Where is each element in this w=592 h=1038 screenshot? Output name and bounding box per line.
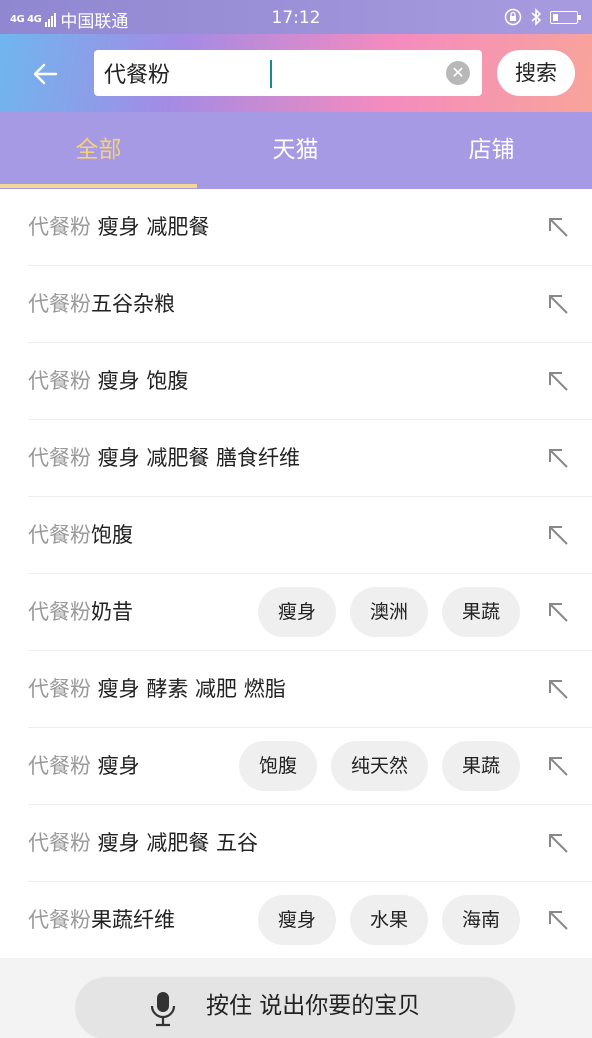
suggestion-row[interactable]: 代餐粉 瘦身 减肥餐 五谷 (28, 805, 592, 882)
fill-query-arrow-icon[interactable] (546, 215, 570, 239)
suggestion-text: 代餐粉 瘦身 减肥餐 (28, 189, 209, 265)
suggestion-keyword: 代餐粉 (28, 446, 91, 470)
suggestion-row[interactable]: 代餐粉 瘦身 减肥餐 (28, 189, 592, 266)
suggestion-text: 代餐粉 瘦身 (28, 728, 140, 804)
bluetooth-icon (531, 8, 542, 26)
status-bar: 4G 4G 中国联通 17:12 (0, 0, 592, 34)
fill-query-arrow-icon[interactable] (546, 908, 570, 932)
tab-bar: 全部 天猫 店铺 (0, 112, 592, 189)
suggestion-keyword: 代餐粉 (28, 831, 91, 855)
suggestion-rest: 瘦身 减肥餐 五谷 (91, 831, 259, 855)
suggestion-keyword: 代餐粉 (28, 754, 91, 778)
suggestion-rest: 瘦身 减肥餐 (91, 215, 210, 239)
suggestion-row[interactable]: 代餐粉 瘦身 饱腹 (28, 343, 592, 420)
suggestion-text: 代餐粉饱腹 (28, 497, 133, 573)
suggestion-rest: 果蔬纤维 (91, 908, 175, 932)
tag-pill[interactable]: 澳洲 (349, 587, 428, 637)
text-cursor (270, 60, 272, 88)
search-input[interactable] (104, 56, 434, 90)
voice-search-bar: 按住 说出你要的宝贝 (0, 968, 592, 1038)
fill-query-arrow-icon[interactable] (546, 831, 570, 855)
tag-pill[interactable]: 纯天然 (330, 741, 428, 791)
suggestion-row[interactable]: 代餐粉五谷杂粮 (28, 266, 592, 343)
suggestion-keyword: 代餐粉 (28, 215, 91, 239)
suggestion-keyword: 代餐粉 (28, 369, 91, 393)
search-header: ✕ 搜索 (0, 34, 592, 112)
suggestion-text: 代餐粉奶昔 (28, 574, 133, 650)
fill-query-arrow-icon[interactable] (546, 677, 570, 701)
microphone-icon (150, 992, 176, 1027)
suggestion-keyword: 代餐粉 (28, 600, 91, 624)
tab-all[interactable]: 全部 (0, 112, 197, 189)
back-arrow-icon[interactable] (26, 54, 66, 94)
status-right (504, 8, 581, 26)
fill-query-arrow-icon[interactable] (546, 600, 570, 624)
suggestion-row[interactable]: 代餐粉 瘦身 减肥餐 膳食纤维 (28, 420, 592, 497)
suggestion-keyword: 代餐粉 (28, 523, 91, 547)
fill-query-arrow-icon[interactable] (546, 292, 570, 316)
clear-icon[interactable]: ✕ (446, 61, 470, 85)
suggestion-row[interactable]: 代餐粉 瘦身 饱腹 纯天然 果蔬 (28, 728, 592, 805)
suggestion-text: 代餐粉 瘦身 酵素 减肥 燃脂 (28, 651, 286, 727)
tag-pills: 瘦身 澳洲 果蔬 (257, 587, 520, 637)
suggestion-text: 代餐粉 瘦身 减肥餐 五谷 (28, 805, 258, 881)
suggestion-list: 代餐粉 瘦身 减肥餐 代餐粉五谷杂粮 代餐粉 瘦身 饱腹 代餐粉 瘦身 减肥餐 … (0, 189, 592, 958)
suggestion-text: 代餐粉果蔬纤维 (28, 882, 175, 958)
voice-search-button[interactable]: 按住 说出你要的宝贝 (76, 978, 514, 1038)
tag-pill[interactable]: 水果 (349, 895, 428, 945)
battery-icon (550, 10, 581, 24)
suggestion-row[interactable]: 代餐粉饱腹 (28, 497, 592, 574)
suggestion-keyword: 代餐粉 (28, 677, 91, 701)
suggestion-rest: 瘦身 饱腹 (91, 369, 189, 393)
tag-pill[interactable]: 瘦身 (257, 587, 336, 637)
tag-pill[interactable]: 瘦身 (257, 895, 336, 945)
fill-query-arrow-icon[interactable] (546, 523, 570, 547)
tag-pill[interactable]: 海南 (441, 895, 520, 945)
active-tab-indicator (0, 184, 197, 188)
tag-pill[interactable]: 果蔬 (441, 741, 520, 791)
suggestion-rest: 瘦身 酵素 减肥 燃脂 (91, 677, 286, 701)
suggestion-text: 代餐粉 瘦身 饱腹 (28, 343, 188, 419)
fill-query-arrow-icon[interactable] (546, 369, 570, 393)
suggestion-keyword: 代餐粉 (28, 908, 91, 932)
tag-pills: 瘦身 水果 海南 (257, 895, 520, 945)
fill-query-arrow-icon[interactable] (546, 446, 570, 470)
suggestion-row[interactable]: 代餐粉奶昔 瘦身 澳洲 果蔬 (28, 574, 592, 651)
tab-shops[interactable]: 店铺 (393, 112, 590, 189)
suggestion-rest: 饱腹 (91, 523, 133, 547)
voice-search-label: 按住 说出你要的宝贝 (206, 993, 421, 1019)
suggestion-keyword: 代餐粉 (28, 292, 91, 316)
tag-pill[interactable]: 饱腹 (238, 741, 317, 791)
tag-pills: 饱腹 纯天然 果蔬 (238, 741, 520, 791)
suggestion-text: 代餐粉 瘦身 减肥餐 膳食纤维 (28, 420, 300, 496)
tag-pill[interactable]: 果蔬 (441, 587, 520, 637)
rotation-lock-icon (504, 8, 522, 26)
suggestion-row[interactable]: 代餐粉果蔬纤维 瘦身 水果 海南 (28, 882, 592, 958)
search-button[interactable]: 搜索 (497, 50, 575, 96)
tab-tmall[interactable]: 天猫 (197, 112, 394, 189)
search-box[interactable]: ✕ (94, 50, 482, 96)
fill-query-arrow-icon[interactable] (546, 754, 570, 778)
suggestion-row[interactable]: 代餐粉 瘦身 酵素 减肥 燃脂 (28, 651, 592, 728)
suggestion-rest: 五谷杂粮 (91, 292, 175, 316)
suggestion-text: 代餐粉五谷杂粮 (28, 266, 175, 342)
suggestion-rest: 瘦身 (91, 754, 140, 778)
suggestion-rest: 瘦身 减肥餐 膳食纤维 (91, 446, 301, 470)
suggestion-rest: 奶昔 (91, 600, 133, 624)
